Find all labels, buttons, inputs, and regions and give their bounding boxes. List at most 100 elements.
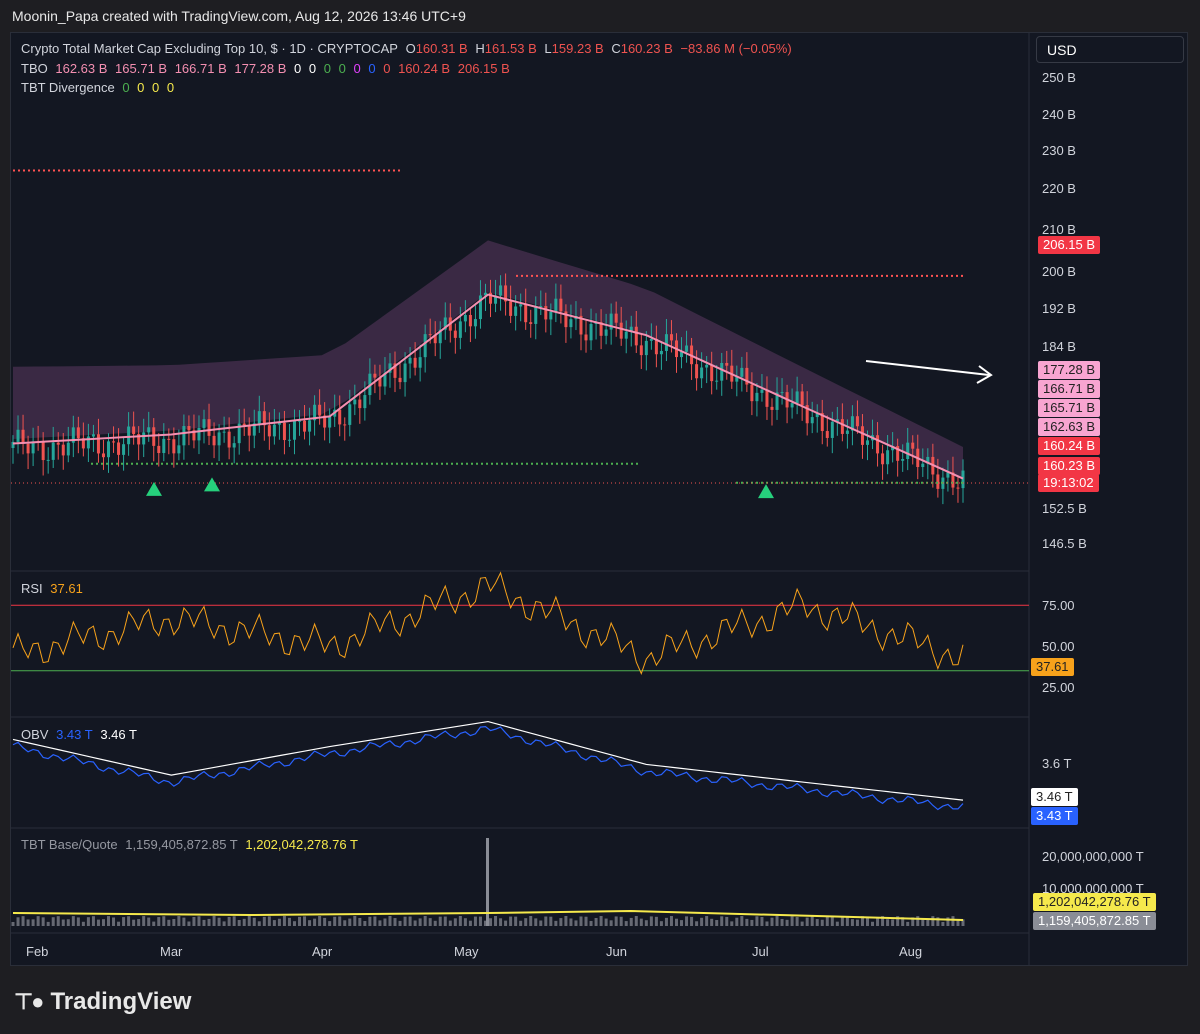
bq-bar: [112, 917, 116, 926]
tbo-label: TBO: [21, 61, 48, 76]
bq-bar: [825, 916, 829, 926]
candle-body: [695, 364, 699, 379]
candle-body: [936, 474, 940, 489]
divergence-label: TBT Divergence: [21, 80, 115, 95]
candle-body: [524, 304, 528, 323]
bq-bar: [579, 916, 583, 926]
buy-signal-marker: [146, 481, 162, 496]
bq-bar: [790, 916, 794, 926]
candle-body: [292, 420, 296, 440]
bq-bar: [810, 916, 814, 926]
bq-bar: [770, 917, 774, 926]
bq-bar: [162, 916, 166, 926]
bq-bar: [725, 916, 729, 926]
candle-body: [217, 432, 221, 446]
bq-bar: [177, 916, 181, 926]
bq-bar: [629, 917, 633, 926]
bq-bar: [137, 919, 141, 926]
bq-bar: [448, 920, 452, 926]
candle-body: [755, 392, 759, 402]
currency-selector[interactable]: USD: [1036, 36, 1184, 63]
candle-body: [614, 313, 618, 323]
bq-bar: [926, 919, 930, 926]
candle-body: [544, 306, 548, 320]
bq-bar: [257, 921, 261, 926]
bq-bar: [840, 917, 844, 926]
bq-bar: [654, 916, 658, 926]
rsi-tick: 75.00: [1042, 598, 1075, 613]
candle-body: [16, 429, 20, 442]
candle-body: [257, 411, 261, 424]
bq-bar: [760, 916, 764, 926]
bq-bar: [96, 919, 100, 926]
price-tick: 146.5 B: [1042, 536, 1087, 551]
time-tick: Jun: [606, 944, 627, 959]
time-tick: Feb: [26, 944, 49, 959]
candle-body: [589, 323, 593, 341]
candle-body: [318, 404, 322, 416]
bq-bar: [217, 917, 221, 926]
rsi-tag: 37.61: [1031, 658, 1074, 676]
price-tag-177: 177.28 B: [1038, 361, 1101, 379]
bq-bar: [463, 918, 467, 926]
bq-bar: [252, 917, 256, 926]
candle-body: [428, 334, 432, 336]
bq-bar: [916, 916, 920, 926]
candle-body: [112, 441, 116, 443]
bq-bar: [614, 916, 618, 926]
price-tick: 152.5 B: [1042, 501, 1087, 516]
bq-bar: [287, 917, 291, 926]
candle-body: [41, 441, 45, 461]
bq-bar: [634, 916, 638, 926]
candle-body: [715, 380, 719, 382]
bq-bar: [237, 919, 241, 926]
bq-bar: [157, 917, 161, 926]
bq-bar: [473, 916, 477, 926]
candle-body: [303, 420, 307, 432]
candle-body: [76, 427, 80, 439]
candle-body: [906, 442, 910, 460]
candle-body: [669, 334, 673, 341]
chart-canvas[interactable]: [11, 33, 1188, 966]
candle-body: [373, 373, 377, 378]
bq-bar: [358, 917, 362, 926]
bq-bar: [624, 921, 628, 926]
bq-bar: [720, 916, 724, 926]
bq-bar: [373, 916, 377, 926]
bq-bar: [695, 921, 699, 926]
candle-body: [634, 326, 638, 346]
candle-body: [705, 364, 709, 368]
candle-body: [202, 419, 206, 428]
obv-ma-value: 3.46 T: [100, 727, 137, 742]
bq-bar: [343, 920, 347, 926]
brand-name: TradingView: [50, 988, 192, 1015]
bq-bar: [242, 918, 246, 926]
candle-body: [604, 329, 608, 336]
candle-body: [639, 345, 643, 356]
bq-bar: [132, 919, 136, 926]
candle-body: [418, 357, 422, 368]
candle-body: [408, 357, 412, 364]
candle-body: [147, 427, 151, 433]
bq-bar: [187, 921, 191, 926]
bq-gray-value: 1,159,405,872.85 T: [125, 837, 238, 852]
candle-body: [21, 429, 25, 444]
candle-body: [559, 298, 563, 312]
candle-body: [765, 389, 769, 407]
basequote-legend: TBT Base/Quote 1,159,405,872.85 T 1,202,…: [21, 837, 358, 852]
bq-bar: [353, 916, 357, 926]
candle-body: [282, 422, 286, 441]
open-value: 160.31 B: [415, 41, 468, 56]
bq-bar: [303, 916, 307, 926]
bq-bar: [388, 916, 392, 926]
price-tag-165: 165.71 B: [1038, 399, 1101, 417]
bq-bar: [780, 918, 784, 926]
chart-panel[interactable]: USD Crypto Total Market Cap Excluding To…: [10, 32, 1188, 966]
bq-bar: [775, 916, 779, 926]
candle-body: [61, 444, 65, 456]
bq-bar: [403, 916, 407, 926]
candle-body: [458, 321, 462, 338]
bq-bar: [850, 919, 854, 926]
bq-bar: [559, 918, 563, 926]
candle-body: [66, 442, 70, 456]
